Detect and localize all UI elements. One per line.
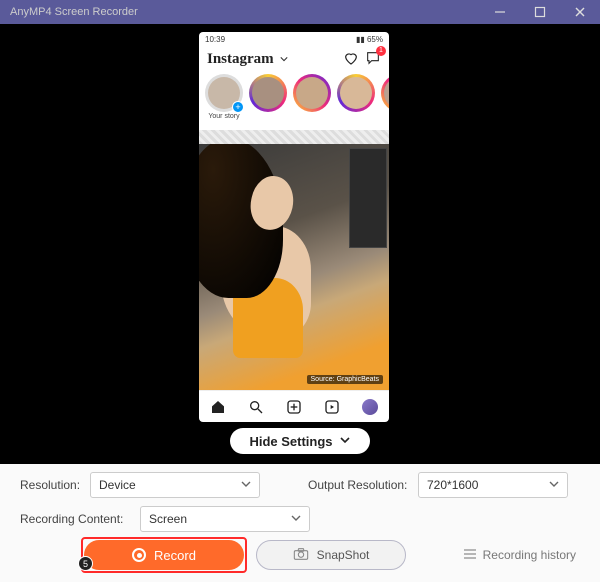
maximize-button[interactable]	[520, 0, 560, 24]
title-bar: AnyMP4 Screen Recorder	[0, 0, 600, 24]
add-post-icon	[285, 398, 303, 416]
hide-settings-button[interactable]: Hide Settings	[230, 428, 370, 454]
history-label: Recording history	[483, 548, 576, 562]
chevron-down-icon	[280, 52, 288, 66]
camera-icon	[293, 547, 309, 564]
preview-area: 10:39 ▮▮ 65% Instagram 1 + Your story	[0, 24, 600, 464]
step-badge: 5	[78, 556, 93, 571]
close-button[interactable]	[560, 0, 600, 24]
output-resolution-label: Output Resolution:	[308, 478, 408, 492]
status-time: 10:39	[205, 35, 225, 44]
messenger-icon: 1	[365, 50, 381, 69]
post-image: Source: GraphicBeats	[199, 144, 389, 390]
output-resolution-select[interactable]: 720*1600	[418, 472, 568, 498]
instagram-logo: Instagram	[207, 51, 274, 68]
list-icon	[463, 548, 477, 563]
post-header-placeholder	[199, 130, 389, 144]
heart-icon	[343, 50, 359, 69]
post-caption: Source: GraphicBeats	[307, 375, 383, 384]
reels-icon	[323, 398, 341, 416]
resolution-select[interactable]: Device	[90, 472, 260, 498]
record-button[interactable]: Record	[84, 540, 244, 570]
phone-status-bar: 10:39 ▮▮ 65%	[199, 32, 389, 46]
record-icon	[132, 548, 146, 562]
chevron-down-icon	[339, 434, 351, 449]
plus-icon: +	[232, 101, 244, 113]
phone-bottom-nav	[199, 390, 389, 422]
settings-panel: Resolution: Device Output Resolution: 72…	[0, 464, 600, 582]
chevron-down-icon	[241, 478, 251, 492]
story-item	[293, 74, 331, 113]
stories-row: + Your story	[199, 72, 389, 130]
story-item	[337, 74, 375, 113]
instagram-header: Instagram 1	[199, 46, 389, 72]
snapshot-button[interactable]: SnapShot	[256, 540, 406, 570]
chevron-down-icon	[291, 512, 301, 526]
hide-settings-label: Hide Settings	[249, 434, 332, 449]
recording-content-select[interactable]: Screen	[140, 506, 310, 532]
recording-history-link[interactable]: Recording history	[463, 548, 576, 563]
story-item	[249, 74, 287, 113]
status-icons: ▮▮ 65%	[356, 35, 383, 44]
editor-panel-overlay	[349, 148, 387, 248]
home-icon	[209, 398, 227, 416]
snapshot-label: SnapShot	[317, 548, 370, 562]
msg-badge: 1	[376, 46, 386, 56]
recording-content-label: Recording Content:	[20, 512, 130, 526]
phone-preview: 10:39 ▮▮ 65% Instagram 1 + Your story	[199, 32, 389, 422]
record-label: Record	[154, 548, 196, 563]
app-title: AnyMP4 Screen Recorder	[10, 6, 480, 18]
resolution-label: Resolution:	[20, 478, 80, 492]
search-icon	[247, 398, 265, 416]
story-item	[381, 74, 389, 113]
chevron-down-icon	[549, 478, 559, 492]
profile-icon	[361, 398, 379, 416]
minimize-button[interactable]	[480, 0, 520, 24]
story-own: + Your story	[205, 74, 243, 120]
